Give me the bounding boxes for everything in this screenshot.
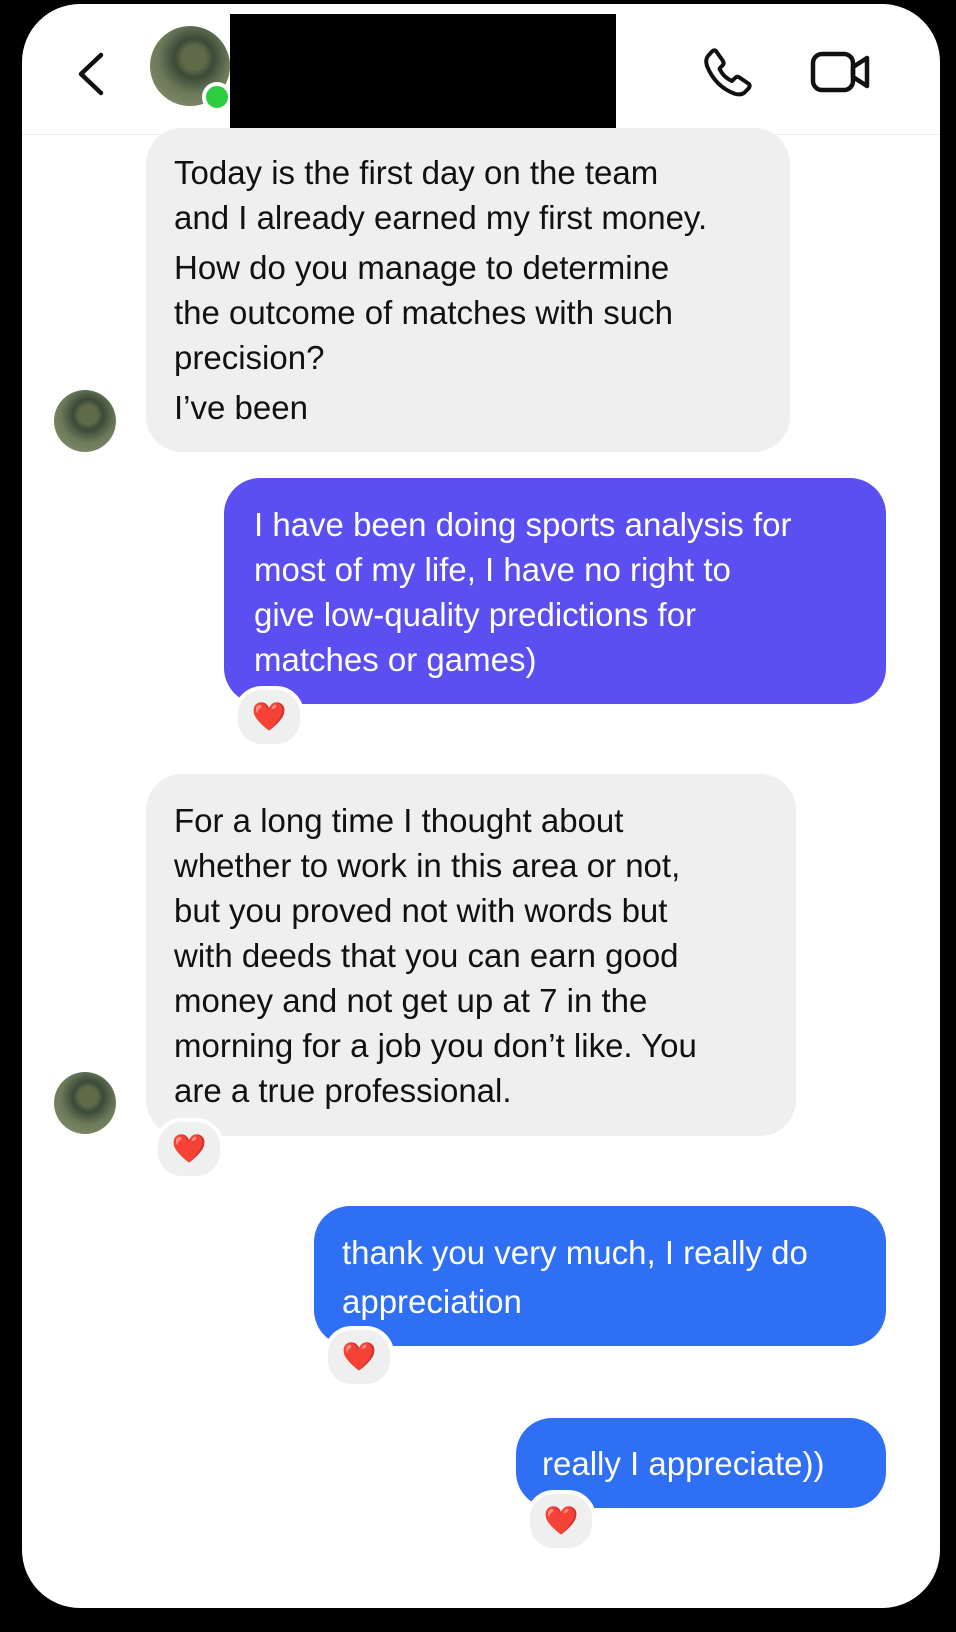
heart-reaction[interactable]: ❤️ [234,686,304,748]
message-line: really I appreciate)) [542,1445,825,1482]
message-line: whether to work in this area or not, [174,847,681,884]
online-status-indicator [202,82,232,112]
heart-reaction[interactable]: ❤️ [154,1118,224,1180]
message-line: but you proved not with words but [174,892,668,929]
message-line: morning for a job you don’t like. You [174,1027,697,1064]
message-line: How do you manage to determine [174,249,670,286]
message-line: and I already earned my first money. [174,199,708,236]
message-line: appreciation [342,1283,522,1320]
chevron-left-icon [78,52,104,96]
chat-header [22,4,940,135]
message-line: I’ve been [174,389,308,426]
incoming-message[interactable]: Today is the first day on the team and I… [146,128,790,452]
message-line: thank you very much, I really do [342,1234,808,1271]
sender-avatar[interactable] [54,390,116,452]
message-line: money and not get up at 7 in the [174,982,648,1019]
message-line: I have been doing sports analysis for [254,506,792,543]
message-line: are a true professional. [174,1072,512,1109]
message-line: For a long time I thought about [174,802,624,839]
back-button[interactable] [68,48,112,100]
message-line: give low-quality predictions for [254,596,697,633]
phone-icon [704,48,752,97]
video-call-button[interactable] [808,44,874,100]
outgoing-message[interactable]: thank you very much, I really do appreci… [314,1206,886,1346]
message-line: the outcome of matches with such [174,294,673,331]
heart-reaction[interactable]: ❤️ [324,1326,394,1388]
message-line: matches or games) [254,641,537,678]
heart-icon: ❤️ [171,1133,207,1164]
message-line: with deeds that you can earn good [174,937,679,974]
heart-icon: ❤️ [341,1341,377,1372]
video-camera-icon [810,51,870,93]
chat-screen: Today is the first day on the team and I… [22,4,940,1608]
message-line: Today is the first day on the team [174,154,659,191]
heart-icon: ❤️ [251,701,287,732]
message-line: most of my life, I have no right to [254,551,731,588]
sender-avatar[interactable] [54,1072,116,1134]
voice-call-button[interactable] [700,44,756,100]
message-line: precision? [174,339,325,376]
heart-icon: ❤️ [543,1505,579,1536]
incoming-message[interactable]: For a long time I thought about whether … [146,774,796,1136]
heart-reaction[interactable]: ❤️ [526,1490,596,1552]
redacted-contact-name [230,14,616,130]
outgoing-message[interactable]: I have been doing sports analysis for mo… [224,478,886,704]
